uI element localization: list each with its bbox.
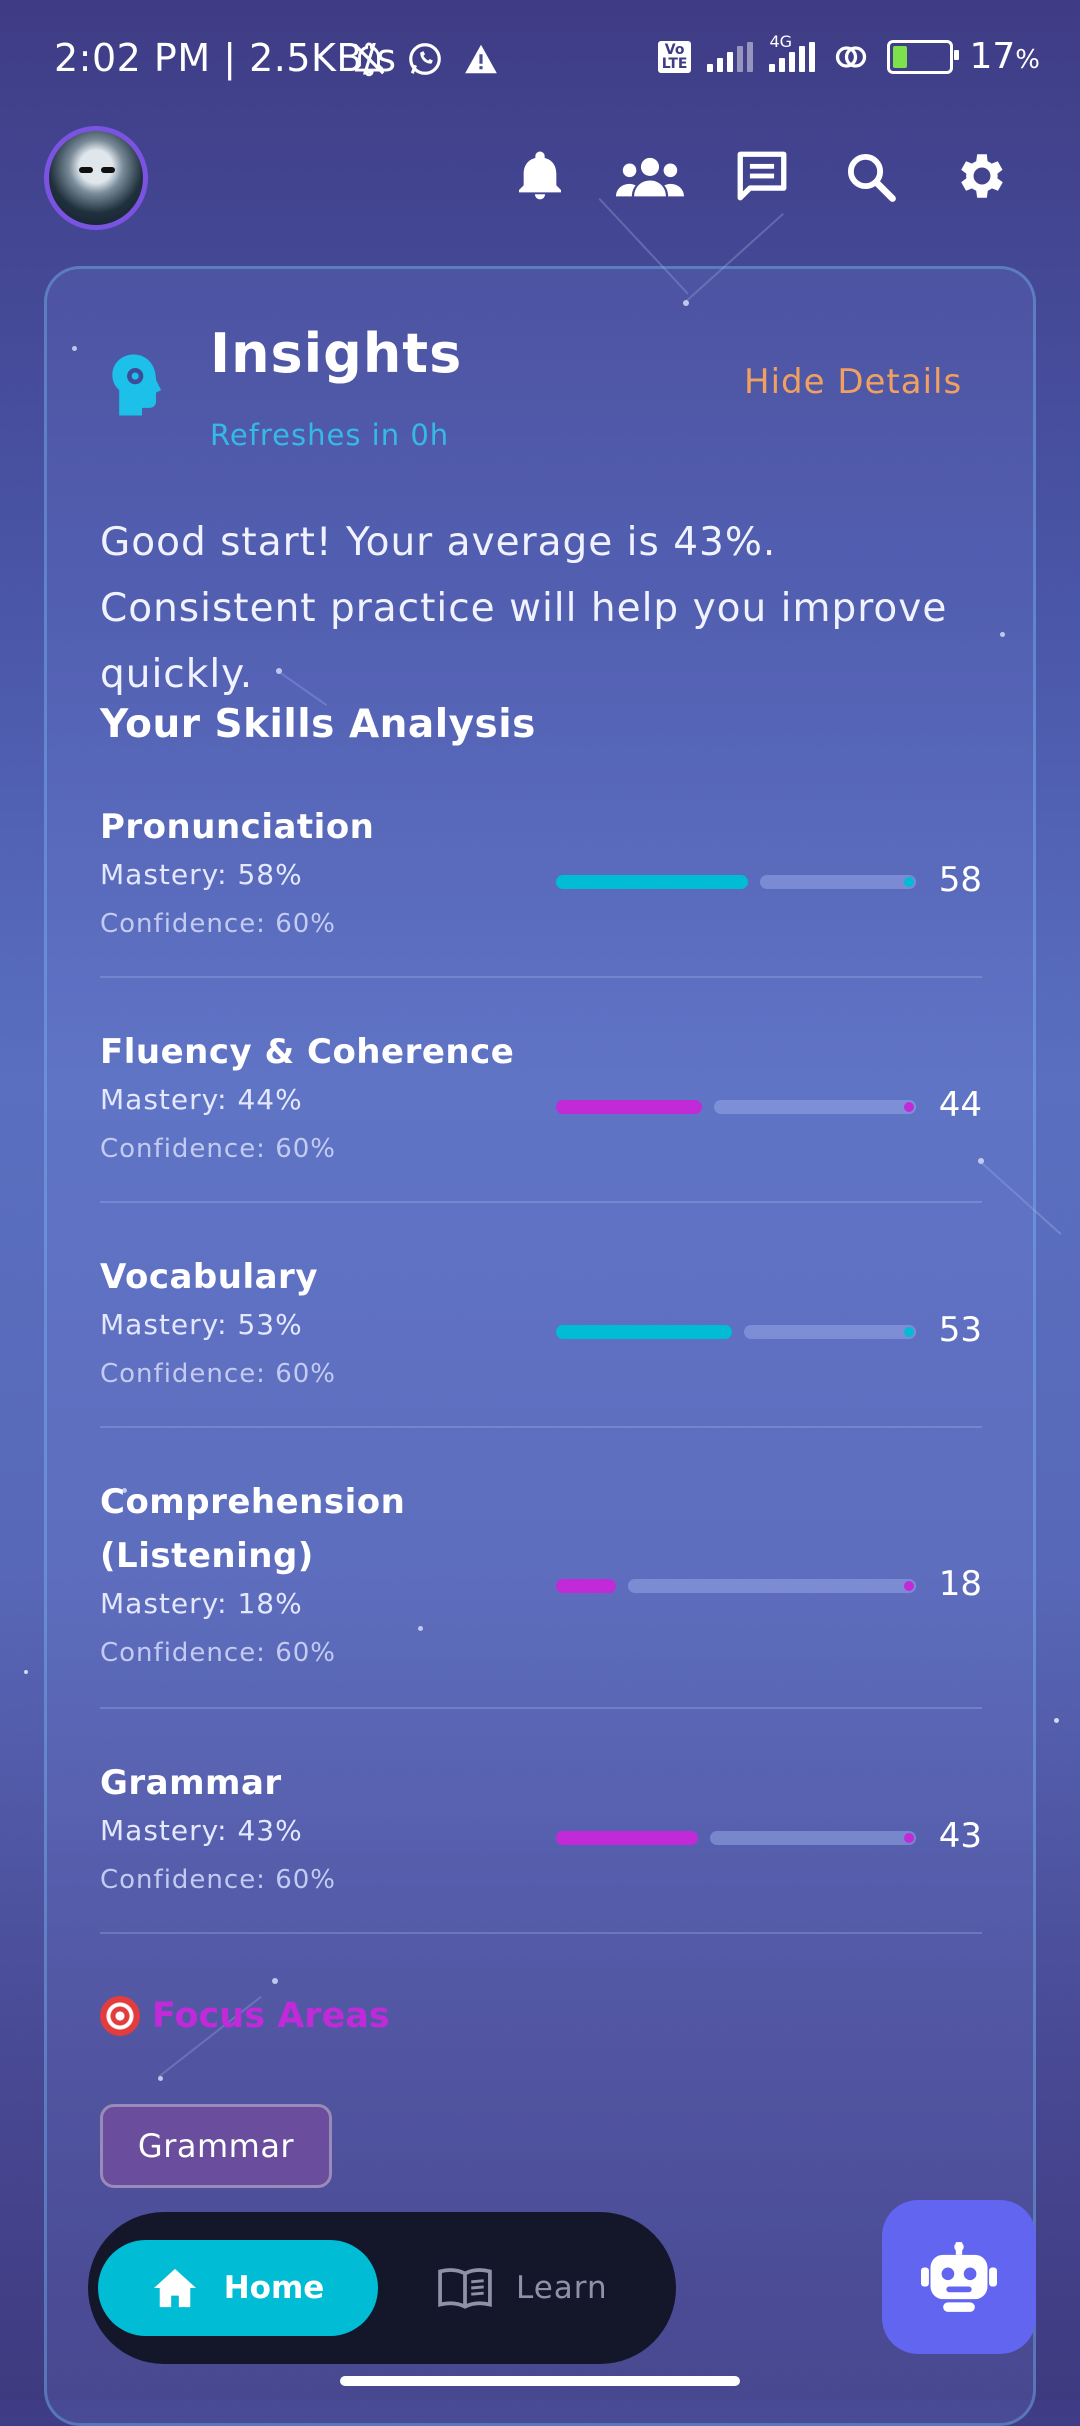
progress-end-dot <box>904 877 914 887</box>
skill-row-grammar: Grammar Mastery: 43% Confidence: 60% 43 <box>100 1756 982 1934</box>
skill-row-vocabulary: Vocabulary Mastery: 53% Confidence: 60% … <box>100 1250 982 1428</box>
skill-name: Comprehension (Listening) <box>100 1482 406 1576</box>
nav-home-button[interactable]: Home <box>98 2240 378 2336</box>
skill-confidence: Confidence: 60% <box>100 1359 336 1389</box>
robot-icon <box>921 2242 997 2312</box>
volte-icon: Vo LTE <box>657 40 692 73</box>
skill-progress-bar <box>556 1831 916 1845</box>
nav-learn-label: Learn <box>516 2270 608 2306</box>
status-time: 2:02 PM | 2.5KB/s <box>54 36 397 80</box>
progress-end-dot <box>904 1327 914 1337</box>
gesture-home-bar[interactable] <box>340 2376 740 2386</box>
home-icon <box>153 2268 196 2308</box>
signal-4g-icon: 4G <box>769 32 816 72</box>
refresh-subtitle: Refreshes in 0h <box>210 418 450 452</box>
star-decoration <box>1054 1718 1059 1723</box>
insights-title: Insights <box>210 322 463 385</box>
skill-name: Grammar <box>100 1763 282 1803</box>
progress-track <box>710 1831 916 1845</box>
skill-progress-bar <box>556 1325 916 1339</box>
progress-end-dot <box>904 1833 914 1843</box>
progress-track <box>760 875 916 889</box>
focus-areas-title: Focus Areas <box>152 1996 390 2036</box>
divider <box>100 1932 982 1934</box>
progress-fill <box>556 1831 698 1845</box>
nav-home-label: Home <box>223 2270 325 2306</box>
skill-row-pronunciation: Pronunciation Mastery: 58% Confidence: 6… <box>100 800 982 978</box>
skill-row-comprehension: Comprehension (Listening) Mastery: 18% C… <box>100 1475 982 1709</box>
divider <box>100 1426 982 1428</box>
skill-value: 18 <box>938 1564 982 1604</box>
skill-progress-bar <box>556 875 916 889</box>
nav-learn-button[interactable]: Learn <box>438 2240 638 2336</box>
avatar[interactable] <box>44 126 148 230</box>
status-notification-icons <box>350 40 500 78</box>
skill-name: Vocabulary <box>100 1257 318 1297</box>
divider <box>100 976 982 978</box>
focus-chip-grammar[interactable]: Grammar <box>100 2104 332 2188</box>
skill-value: 43 <box>938 1816 982 1856</box>
warning-icon <box>465 44 497 74</box>
skill-confidence: Confidence: 60% <box>100 1638 336 1668</box>
chat-icon[interactable] <box>726 140 798 212</box>
status-bar: 2:02 PM | 2.5KB/s Vo LTE 4G 17% <box>0 0 1080 120</box>
target-icon <box>100 1996 140 2036</box>
mute-bell-icon <box>353 42 385 77</box>
skill-value: 53 <box>938 1310 982 1350</box>
avatar-eye <box>79 167 93 173</box>
progress-fill <box>556 1325 732 1339</box>
bell-icon[interactable] <box>504 140 576 212</box>
skill-value: 58 <box>938 860 982 900</box>
progress-fill <box>556 1100 702 1114</box>
bottom-nav: Home Learn <box>88 2212 676 2364</box>
skill-value: 44 <box>938 1085 982 1125</box>
skill-confidence: Confidence: 60% <box>100 1134 336 1164</box>
progress-track <box>744 1325 916 1339</box>
progress-fill <box>556 1579 616 1593</box>
ai-assistant-button[interactable] <box>882 2200 1036 2354</box>
progress-fill <box>556 875 748 889</box>
star-decoration <box>24 1670 28 1674</box>
focus-areas-heading: Focus Areas <box>100 1996 390 2036</box>
search-icon[interactable] <box>834 140 906 212</box>
avatar-eye <box>101 167 115 173</box>
skill-name: Fluency & Coherence <box>100 1032 515 1072</box>
link-icon <box>836 45 867 68</box>
battery-icon <box>887 39 960 74</box>
progress-track <box>714 1100 916 1114</box>
skill-row-fluency: Fluency & Coherence Mastery: 44% Confide… <box>100 1025 982 1203</box>
progress-track <box>628 1579 916 1593</box>
skill-name: Pronunciation <box>100 807 375 847</box>
progress-end-dot <box>904 1102 914 1112</box>
group-icon[interactable] <box>614 140 686 212</box>
book-icon <box>438 2268 492 2309</box>
skill-progress-bar <box>556 1579 916 1593</box>
signal-icon <box>707 41 754 72</box>
progress-end-dot <box>904 1581 914 1591</box>
hide-details-button[interactable]: Hide Details <box>744 362 962 402</box>
insights-summary: Good start! Your average is 43%. Consist… <box>100 520 948 697</box>
divider <box>100 1201 982 1203</box>
skills-analysis-title: Your Skills Analysis <box>100 702 536 747</box>
divider <box>100 1707 982 1709</box>
battery-level: 17% <box>969 36 1040 77</box>
skill-progress-bar <box>556 1100 916 1114</box>
skill-confidence: Confidence: 60% <box>100 1865 336 1895</box>
brain-gear-icon <box>108 352 170 422</box>
gear-icon[interactable] <box>946 140 1018 212</box>
whatsapp-icon <box>409 43 441 75</box>
status-right: Vo LTE 4G 17% <box>657 32 1040 77</box>
skill-confidence: Confidence: 60% <box>100 909 336 939</box>
